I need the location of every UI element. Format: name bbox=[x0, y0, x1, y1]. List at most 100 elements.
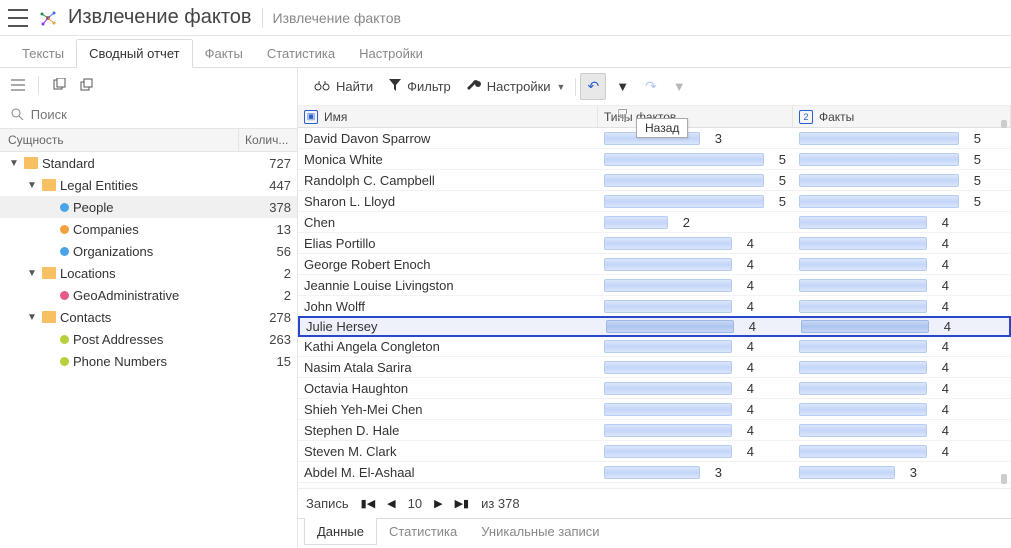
settings-button[interactable]: Настройки ▼ bbox=[461, 74, 572, 99]
cell-types: 4 bbox=[598, 278, 793, 293]
table-row[interactable]: Jeannie Louise Livingston44 bbox=[298, 275, 1011, 296]
tree-row[interactable]: Organizations56 bbox=[0, 240, 297, 262]
menu-icon[interactable] bbox=[8, 9, 28, 27]
tree-row[interactable]: Companies13 bbox=[0, 218, 297, 240]
undo-dropdown[interactable]: ▼ bbox=[610, 75, 635, 98]
bar bbox=[606, 320, 734, 333]
cell-name: Julie Hersey bbox=[300, 319, 600, 334]
table-row[interactable]: Monica White55 bbox=[298, 149, 1011, 170]
filter-button[interactable]: Фильтр bbox=[383, 75, 457, 98]
table-row[interactable]: Stephen D. Hale44 bbox=[298, 420, 1011, 441]
cell-name: Elias Portillo bbox=[298, 236, 598, 251]
grid-header-types[interactable]: Типы фактов bbox=[598, 106, 793, 127]
bottom-tab-0[interactable]: Данные bbox=[304, 518, 377, 545]
cell-types: 4 bbox=[598, 339, 793, 354]
table-row[interactable]: John Wolff44 bbox=[298, 296, 1011, 317]
chevron-down-icon: ▼ bbox=[673, 79, 686, 94]
table-row[interactable]: Nasim Atala Sarira44 bbox=[298, 357, 1011, 378]
undo-button[interactable]: ↶ bbox=[580, 73, 606, 100]
pager-next-icon[interactable]: ▶ bbox=[434, 497, 442, 510]
tab-1[interactable]: Сводный отчет bbox=[76, 39, 193, 68]
tree-row[interactable]: GeoAdministrative2 bbox=[0, 284, 297, 306]
disclosure-icon[interactable]: ▼ bbox=[26, 268, 38, 279]
tree-row[interactable]: ▼Standard727 bbox=[0, 152, 297, 174]
cell-types: 4 bbox=[598, 423, 793, 438]
app-subtitle: Извлечение фактов bbox=[273, 10, 401, 26]
settings-label: Настройки bbox=[487, 79, 551, 94]
bar bbox=[799, 132, 959, 145]
table-row[interactable]: Abdel M. El-Ashaal33 bbox=[298, 462, 1011, 483]
bottom-tab-1[interactable]: Статистика bbox=[377, 519, 469, 544]
pager-prev-icon[interactable]: ◀ bbox=[387, 497, 395, 510]
cell-facts: 4 bbox=[793, 215, 1011, 230]
table-row[interactable]: Randolph C. Campbell55 bbox=[298, 170, 1011, 191]
right-panel: Найти Фильтр Настройки ▼ ↶ ▼ ↷ bbox=[298, 68, 1011, 548]
tab-3[interactable]: Статистика bbox=[255, 40, 347, 67]
chevron-down-icon: ▼ bbox=[557, 82, 566, 92]
value: 4 bbox=[740, 402, 754, 417]
table-row[interactable]: George Robert Enoch44 bbox=[298, 254, 1011, 275]
tree-row[interactable]: Post Addresses263 bbox=[0, 328, 297, 350]
pager-last-icon[interactable]: ▶▮ bbox=[455, 497, 470, 510]
tree-row[interactable]: Phone Numbers15 bbox=[0, 350, 297, 372]
tree-row[interactable]: ▼Contacts278 bbox=[0, 306, 297, 328]
bar bbox=[604, 216, 668, 229]
bar bbox=[604, 237, 732, 250]
redo-button[interactable]: ↷ bbox=[639, 74, 663, 99]
table-row[interactable]: Octavia Haughton44 bbox=[298, 378, 1011, 399]
value: 5 bbox=[772, 194, 786, 209]
search-input[interactable] bbox=[31, 107, 287, 122]
grid-body[interactable]: David Davon Sparrow 3 5 Monica White55Rando… bbox=[298, 128, 1011, 488]
tree-row[interactable]: ▼Legal Entities447 bbox=[0, 174, 297, 196]
tree-header: Сущность Колич... bbox=[0, 128, 297, 152]
table-row[interactable]: Kathi Angela Congleton44 bbox=[298, 336, 1011, 357]
bar bbox=[604, 300, 732, 313]
table-row[interactable]: Shieh Yeh-Mei Chen44 bbox=[298, 399, 1011, 420]
copy-icon[interactable] bbox=[51, 77, 67, 93]
redo-dropdown[interactable]: ▼ bbox=[667, 75, 692, 98]
table-row[interactable]: Julie Hersey44 bbox=[298, 316, 1011, 337]
find-button[interactable]: Найти bbox=[308, 75, 379, 98]
tree-header-count[interactable]: Колич... bbox=[239, 129, 297, 151]
disclosure-icon[interactable]: ▼ bbox=[8, 158, 20, 169]
filter-label: Фильтр bbox=[407, 79, 451, 94]
tree-count: 56 bbox=[239, 244, 291, 259]
cell-facts: 4 bbox=[793, 278, 1011, 293]
cell-facts: 3 bbox=[793, 465, 1011, 480]
cell-name: David Davon Sparrow bbox=[298, 131, 598, 146]
value: 3 bbox=[903, 465, 917, 480]
list-view-icon[interactable] bbox=[10, 77, 26, 93]
disclosure-icon[interactable]: ▼ bbox=[26, 312, 38, 323]
disclosure-icon[interactable]: ▼ bbox=[26, 180, 38, 191]
value: 4 bbox=[740, 360, 754, 375]
bar bbox=[604, 174, 764, 187]
table-row[interactable]: Steven M. Clark44 bbox=[298, 441, 1011, 462]
table-row[interactable]: Elias Portillo44 bbox=[298, 233, 1011, 254]
pager-record-label: Запись bbox=[306, 496, 349, 511]
tab-4[interactable]: Настройки bbox=[347, 40, 435, 67]
bar bbox=[604, 403, 732, 416]
tab-0[interactable]: Тексты bbox=[10, 40, 76, 67]
stack-icon[interactable] bbox=[79, 77, 95, 93]
tree-header-entity[interactable]: Сущность bbox=[0, 129, 239, 151]
bar bbox=[799, 279, 927, 292]
tree-row[interactable]: People378 bbox=[0, 196, 297, 218]
grid-header-facts[interactable]: 2 Факты bbox=[793, 106, 1011, 127]
tab-2[interactable]: Факты bbox=[193, 40, 255, 67]
table-row[interactable]: Chen24 bbox=[298, 212, 1011, 233]
bar bbox=[604, 279, 732, 292]
dot-icon bbox=[60, 203, 69, 212]
grid-header-name[interactable]: ▣ Имя bbox=[298, 106, 598, 127]
scrollbar-thumb[interactable] bbox=[1001, 120, 1007, 128]
bar bbox=[799, 174, 959, 187]
cell-types: 4 bbox=[598, 381, 793, 396]
cell-facts: 4 bbox=[793, 402, 1011, 417]
tree-row[interactable]: ▼Locations2 bbox=[0, 262, 297, 284]
tree-label-text: People bbox=[73, 200, 113, 215]
pager-first-icon[interactable]: ▮◀ bbox=[361, 497, 376, 510]
bottom-tab-2[interactable]: Уникальные записи bbox=[469, 519, 611, 544]
table-row[interactable]: Sharon L. Lloyd55 bbox=[298, 191, 1011, 212]
scrollbar-thumb[interactable] bbox=[1001, 474, 1007, 484]
pager-of-label: из 378 bbox=[481, 496, 520, 511]
value: 4 bbox=[935, 381, 949, 396]
